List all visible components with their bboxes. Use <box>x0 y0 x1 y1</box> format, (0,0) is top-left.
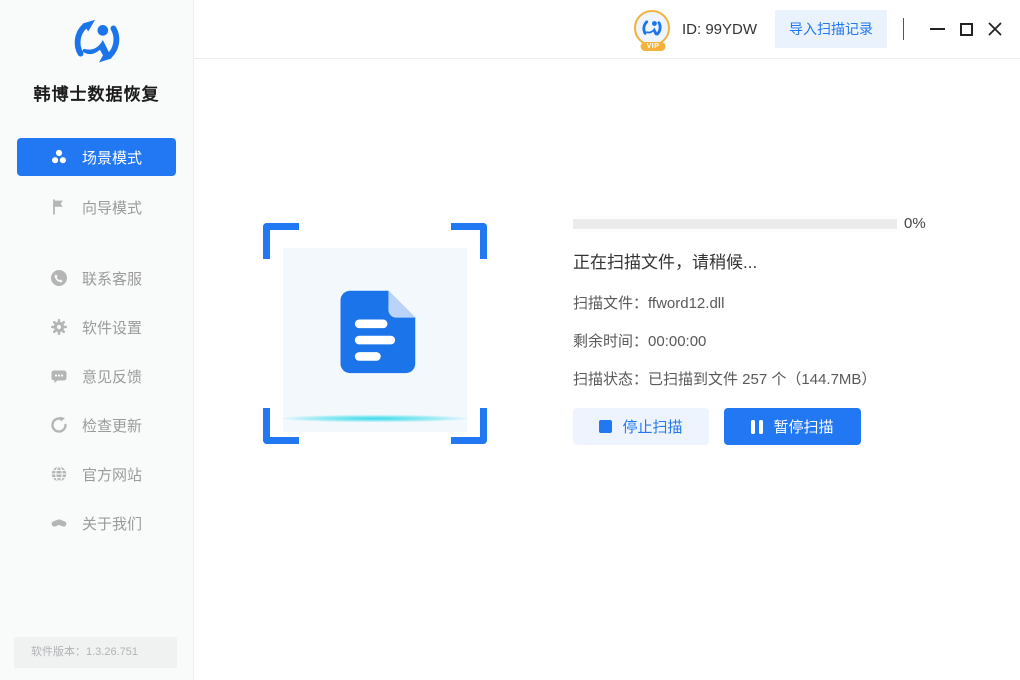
time-remaining-value: 00:00:00 <box>648 333 706 350</box>
vip-badge: VIP <box>641 42 666 51</box>
progress-percent: 0% <box>904 215 926 232</box>
sidebar-item-label: 向导模式 <box>82 197 142 218</box>
document-icon <box>329 285 421 377</box>
close-icon <box>987 21 1003 37</box>
scan-state-value: 已扫描到文件 257 个（144.7MB） <box>648 371 876 388</box>
stop-scan-button[interactable]: 停止扫描 <box>573 408 709 445</box>
scan-file-row: 扫描文件：ffword12.dll <box>573 292 724 313</box>
scan-animation <box>263 223 487 444</box>
sidebar-item-label: 联系客服 <box>82 268 142 289</box>
sidebar-item-check-update[interactable]: 检查更新 <box>17 406 176 444</box>
stop-scan-label: 停止扫描 <box>622 416 682 437</box>
sidebar-item-label: 场景模式 <box>82 147 142 168</box>
sidebar-menu: 场景模式 向导模式 联系客服 <box>0 138 193 542</box>
maximize-icon <box>960 23 973 36</box>
app-window: 韩博士数据恢复 场景模式 向导模式 联系客服 <box>0 0 1020 680</box>
app-logo-icon <box>66 10 128 77</box>
topbar-separator <box>903 18 904 40</box>
import-scan-records-button[interactable]: 导入扫描记录 <box>775 10 887 48</box>
pause-icon <box>751 420 763 434</box>
time-remaining-label: 剩余时间： <box>573 333 648 350</box>
gear-icon <box>50 318 68 336</box>
scan-status-title: 正在扫描文件，请稍候... <box>573 248 757 273</box>
sidebar-item-label: 软件设置 <box>82 317 142 338</box>
sidebar: 韩博士数据恢复 场景模式 向导模式 联系客服 <box>0 0 194 680</box>
flag-icon <box>50 198 68 216</box>
app-title: 韩博士数据恢复 <box>0 80 193 105</box>
progress-row: 0% <box>573 215 926 232</box>
feedback-chat-icon <box>50 367 68 385</box>
time-remaining-row: 剩余时间：00:00:00 <box>573 330 706 351</box>
sidebar-item-label: 官方网站 <box>82 464 142 485</box>
sidebar-item-contact-support[interactable]: 联系客服 <box>17 259 176 297</box>
scan-state-row: 扫描状态：已扫描到文件 257 个（144.7MB） <box>573 368 876 389</box>
scan-file-value: ffword12.dll <box>648 295 724 312</box>
software-version: 软件版本：1.3.26.751 <box>14 637 177 668</box>
sidebar-item-official-website[interactable]: 官方网站 <box>17 455 176 493</box>
sidebar-item-scene-mode[interactable]: 场景模式 <box>17 138 176 176</box>
sidebar-item-label: 关于我们 <box>82 513 142 534</box>
scan-file-label: 扫描文件： <box>573 295 648 312</box>
sidebar-item-wizard-mode[interactable]: 向导模式 <box>17 188 176 226</box>
close-button[interactable] <box>985 16 1005 42</box>
vip-avatar[interactable]: VIP <box>634 10 672 48</box>
globe-icon <box>50 465 68 483</box>
minimize-button[interactable] <box>927 16 947 42</box>
scan-actions: 停止扫描 暂停扫描 <box>573 408 861 445</box>
pause-scan-button[interactable]: 暂停扫描 <box>724 408 861 445</box>
sidebar-item-settings[interactable]: 软件设置 <box>17 308 176 346</box>
progress-bar <box>573 219 897 229</box>
user-id: ID: 99YDW <box>682 21 757 38</box>
sidebar-item-label: 检查更新 <box>82 415 142 436</box>
scan-state-label: 扫描状态： <box>573 371 648 388</box>
sidebar-item-label: 意见反馈 <box>82 366 142 387</box>
stop-icon <box>599 420 612 433</box>
scan-preview-box <box>283 248 467 432</box>
pause-scan-label: 暂停扫描 <box>773 416 833 437</box>
handshake-icon <box>50 514 68 532</box>
scan-line-glow <box>251 414 499 423</box>
avatar-logo-icon <box>634 10 670 46</box>
main-panel: 0% 正在扫描文件，请稍候... 扫描文件：ffword12.dll 剩余时间：… <box>194 60 1020 680</box>
sidebar-item-about-us[interactable]: 关于我们 <box>17 504 176 542</box>
phone-icon <box>50 269 68 287</box>
group-icon <box>50 148 68 166</box>
sidebar-item-feedback[interactable]: 意见反馈 <box>17 357 176 395</box>
check-update-icon <box>50 416 68 434</box>
minimize-icon <box>930 28 945 30</box>
maximize-button[interactable] <box>956 16 976 42</box>
topbar: VIP ID: 99YDW 导入扫描记录 <box>194 0 1020 59</box>
